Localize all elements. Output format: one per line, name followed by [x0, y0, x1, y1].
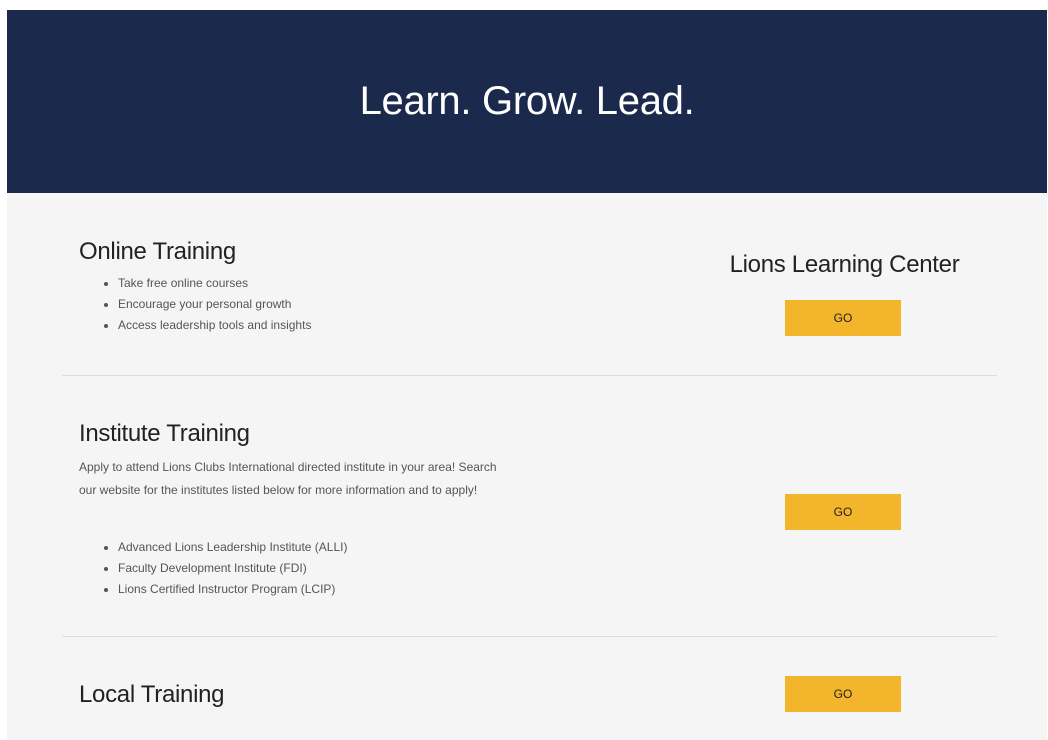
- local-training-title: Local Training: [79, 681, 225, 708]
- online-training-section: Online Training Take free online courses…: [7, 193, 1047, 383]
- institute-training-list: Advanced Lions Leadership Institute (ALL…: [100, 537, 347, 600]
- hero-title: Learn. Grow. Lead.: [359, 79, 695, 123]
- online-training-go-button[interactable]: GO: [785, 300, 901, 336]
- hero-banner: Learn. Grow. Lead.: [7, 10, 1047, 193]
- lions-learning-center-title: Lions Learning Center: [729, 251, 960, 278]
- list-item: Access leadership tools and insights: [118, 315, 311, 336]
- online-training-list: Take free online courses Encourage your …: [100, 273, 311, 336]
- list-item: Faculty Development Institute (FDI): [118, 558, 347, 579]
- institute-training-go-button[interactable]: GO: [785, 494, 901, 530]
- online-training-title: Online Training: [79, 238, 236, 265]
- local-training-section: Local Training GO: [7, 637, 1047, 740]
- list-item: Take free online courses: [118, 273, 311, 294]
- institute-training-title: Institute Training: [79, 420, 250, 447]
- list-item: Lions Certified Instructor Program (LCIP…: [118, 579, 347, 600]
- list-item: Advanced Lions Leadership Institute (ALL…: [118, 537, 347, 558]
- list-item: Encourage your personal growth: [118, 294, 311, 315]
- institute-training-description: Apply to attend Lions Clubs Internationa…: [79, 460, 497, 497]
- institute-training-section: Institute Training Apply to attend Lions…: [7, 376, 1047, 636]
- local-training-go-button[interactable]: GO: [785, 676, 901, 712]
- page-frame: Learn. Grow. Lead. Online Training Take …: [7, 10, 1047, 740]
